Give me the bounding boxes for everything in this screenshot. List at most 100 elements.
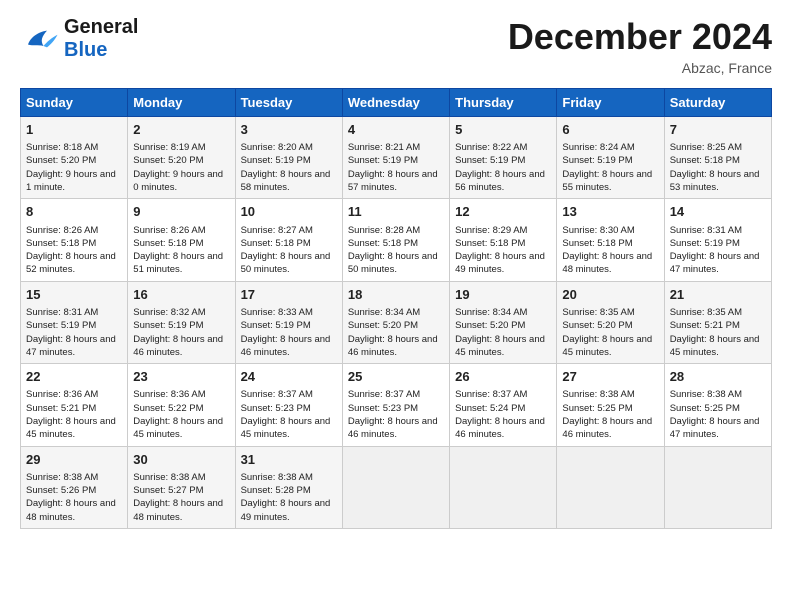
day-number: 4 (348, 121, 444, 139)
col-header-monday: Monday (128, 89, 235, 117)
calendar-cell: 26Sunrise: 8:37 AMSunset: 5:24 PMDayligh… (450, 364, 557, 446)
day-number: 29 (26, 451, 122, 469)
calendar-cell: 30 Sunrise: 8:38 AM Sunset: 5:27 PM Dayligh… (128, 446, 235, 528)
calendar-cell: 17Sunrise: 8:33 AMSunset: 5:19 PMDayligh… (235, 281, 342, 363)
sunrise: Sunrise: 8:37 AM (241, 389, 313, 400)
daylight: Daylight: 8 hours and 49 minutes. (455, 251, 545, 275)
sunrise: Sunrise: 8:37 AM (455, 389, 527, 400)
sunrise: Sunrise: 8:26 AM (26, 225, 98, 236)
calendar-cell: 31Sunrise: 8:38 AMSunset: 5:28 PMDayligh… (235, 446, 342, 528)
daylight: Daylight: 8 hours and 46 minutes. (348, 334, 438, 358)
calendar-cell (450, 446, 557, 528)
sunrise: Sunrise: 8:35 AM (670, 307, 742, 318)
daylight: Daylight: 8 hours and 49 minutes. (241, 498, 331, 522)
calendar-week-3: 15Sunrise: 8:31 AMSunset: 5:19 PMDayligh… (21, 281, 772, 363)
calendar-cell (557, 446, 664, 528)
day-number: 30 (133, 451, 229, 469)
col-header-tuesday: Tuesday (235, 89, 342, 117)
calendar-cell: 11Sunrise: 8:28 AMSunset: 5:18 PMDayligh… (342, 199, 449, 281)
day-number: 1 (26, 121, 122, 139)
daylight: Daylight: 8 hours and 46 minutes. (455, 416, 545, 440)
sunrise: Sunrise: 8:33 AM (241, 307, 313, 318)
day-number: 22 (26, 368, 122, 386)
sunset: Sunset: 5:18 PM (26, 238, 96, 249)
day-number: 2 (133, 121, 229, 139)
day-number: 28 (670, 368, 766, 386)
sunrise: Sunrise: 8:38 AM (26, 472, 98, 483)
logo-text: General Blue (64, 16, 138, 62)
calendar-cell: 25Sunrise: 8:37 AMSunset: 5:23 PMDayligh… (342, 364, 449, 446)
day-number: 21 (670, 286, 766, 304)
header: General Blue December 2024 Abzac, France (20, 16, 772, 76)
sunrise: Sunrise: 8:38 AM (670, 389, 742, 400)
sunset: Sunset: 5:27 PM (133, 485, 203, 496)
calendar-cell: 2Sunrise: 8:19 AMSunset: 5:20 PMDaylight… (128, 117, 235, 199)
daylight: Daylight: 8 hours and 47 minutes. (26, 334, 116, 358)
daylight: Daylight: 8 hours and 45 minutes. (133, 416, 223, 440)
calendar-cell: 8 Sunrise: 8:26 AM Sunset: 5:18 PM Daylight… (21, 199, 128, 281)
day-number: 26 (455, 368, 551, 386)
day-number: 16 (133, 286, 229, 304)
day-number: 23 (133, 368, 229, 386)
calendar-cell: 19Sunrise: 8:34 AMSunset: 5:20 PMDayligh… (450, 281, 557, 363)
calendar-cell: 28 Sunrise: 8:38 AM Sunset: 5:25 PM Dayligh… (664, 364, 771, 446)
sunset: Sunset: 5:18 PM (455, 238, 525, 249)
sunrise: Sunrise: 8:35 AM (562, 307, 634, 318)
day-number: 27 (562, 368, 658, 386)
sunset: Sunset: 5:18 PM (241, 238, 311, 249)
sunset: Sunset: 5:25 PM (670, 403, 740, 414)
calendar-cell: 6Sunrise: 8:24 AMSunset: 5:19 PMDaylight… (557, 117, 664, 199)
sunrise: Sunrise: 8:37 AM (348, 389, 420, 400)
daylight: Daylight: 8 hours and 56 minutes. (455, 169, 545, 193)
daylight: Daylight: 8 hours and 48 minutes. (562, 251, 652, 275)
sunset: Sunset: 5:20 PM (26, 155, 96, 166)
sunset: Sunset: 5:28 PM (241, 485, 311, 496)
sunset: Sunset: 5:20 PM (133, 155, 203, 166)
daylight: Daylight: 8 hours and 57 minutes. (348, 169, 438, 193)
day-number: 8 (26, 203, 122, 221)
sunset: Sunset: 5:18 PM (133, 238, 203, 249)
sunset: Sunset: 5:22 PM (133, 403, 203, 414)
daylight: Daylight: 8 hours and 46 minutes. (241, 334, 331, 358)
calendar-header-row: SundayMondayTuesdayWednesdayThursdayFrid… (21, 89, 772, 117)
sunrise: Sunrise: 8:25 AM (670, 142, 742, 153)
sunrise: Sunrise: 8:31 AM (26, 307, 98, 318)
sunrise: Sunrise: 8:34 AM (348, 307, 420, 318)
sunset: Sunset: 5:20 PM (455, 320, 525, 331)
daylight: Daylight: 8 hours and 52 minutes. (26, 251, 116, 275)
month-title: December 2024 (508, 16, 772, 58)
daylight: Daylight: 8 hours and 46 minutes. (133, 334, 223, 358)
day-number: 14 (670, 203, 766, 221)
day-number: 6 (562, 121, 658, 139)
calendar-container: General Blue December 2024 Abzac, France… (0, 0, 792, 539)
calendar-week-1: 1Sunrise: 8:18 AMSunset: 5:20 PMDaylight… (21, 117, 772, 199)
day-number: 18 (348, 286, 444, 304)
sunset: Sunset: 5:19 PM (455, 155, 525, 166)
day-number: 13 (562, 203, 658, 221)
sunrise: Sunrise: 8:27 AM (241, 225, 313, 236)
day-number: 9 (133, 203, 229, 221)
calendar-cell: 5Sunrise: 8:22 AMSunset: 5:19 PMDaylight… (450, 117, 557, 199)
daylight: Daylight: 8 hours and 45 minutes. (241, 416, 331, 440)
logo-icon (20, 25, 60, 53)
sunrise: Sunrise: 8:38 AM (133, 472, 205, 483)
daylight: Daylight: 8 hours and 48 minutes. (133, 498, 223, 522)
sunrise: Sunrise: 8:21 AM (348, 142, 420, 153)
logo: General Blue (20, 16, 138, 62)
day-number: 5 (455, 121, 551, 139)
calendar-cell (664, 446, 771, 528)
calendar-cell: 14Sunrise: 8:31 AMSunset: 5:19 PMDayligh… (664, 199, 771, 281)
calendar-week-5: 29 Sunrise: 8:38 AM Sunset: 5:26 PM Dayligh… (21, 446, 772, 528)
sunrise: Sunrise: 8:19 AM (133, 142, 205, 153)
sunrise: Sunrise: 8:38 AM (241, 472, 313, 483)
daylight: Daylight: 8 hours and 46 minutes. (348, 416, 438, 440)
daylight: Daylight: 8 hours and 53 minutes. (670, 169, 760, 193)
daylight: Daylight: 8 hours and 45 minutes. (455, 334, 545, 358)
calendar-cell (342, 446, 449, 528)
calendar-cell: 16Sunrise: 8:32 AMSunset: 5:19 PMDayligh… (128, 281, 235, 363)
calendar-cell: 29Sunrise: 8:38 AMSunset: 5:26 PMDayligh… (21, 446, 128, 528)
daylight: Daylight: 8 hours and 47 minutes. (670, 251, 760, 275)
sunset: Sunset: 5:26 PM (26, 485, 96, 496)
daylight: Daylight: 8 hours and 47 minutes. (670, 416, 760, 440)
sunset: Sunset: 5:21 PM (26, 403, 96, 414)
